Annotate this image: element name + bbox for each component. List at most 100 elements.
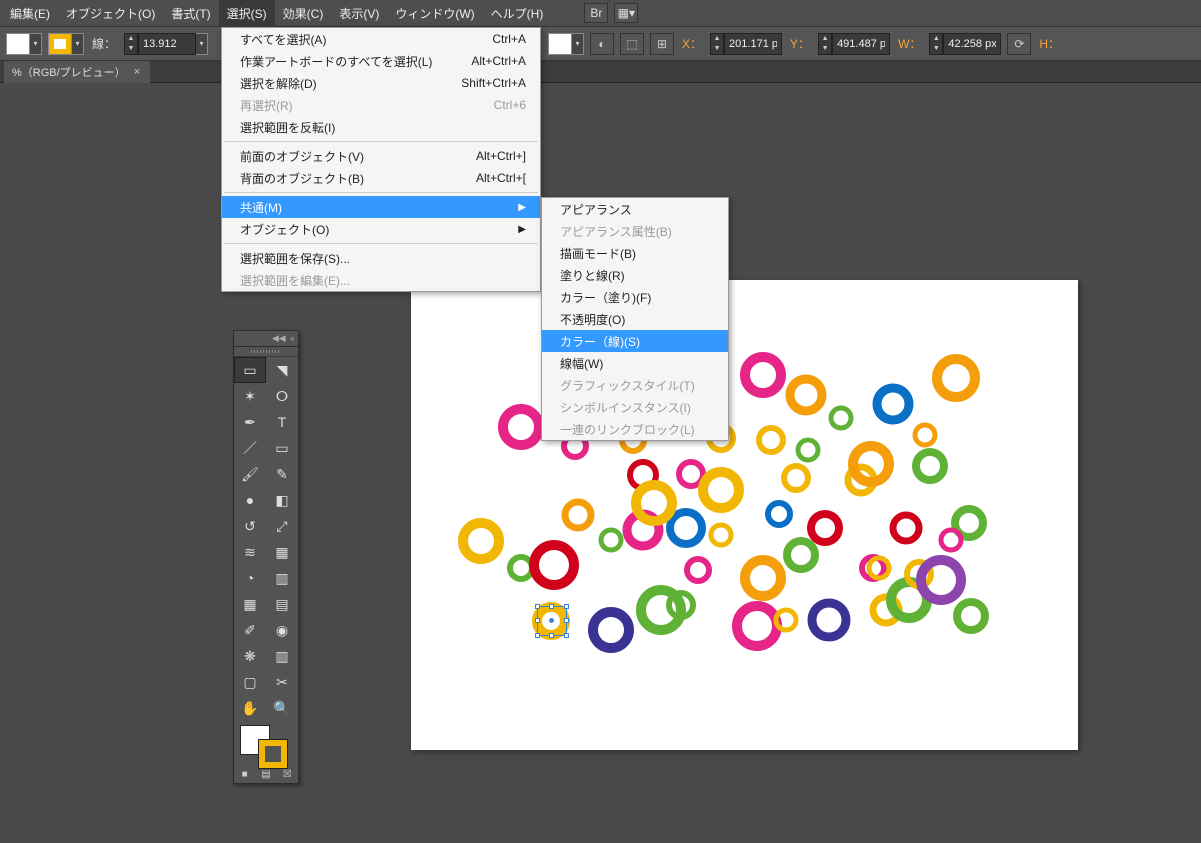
lasso-tool[interactable]: ⵔ <box>266 383 298 409</box>
color-mode-solid[interactable]: ■ <box>234 765 255 783</box>
close-tab-icon[interactable]: × <box>134 66 140 78</box>
document-tab-bar: %（RGB/プレビュー） × <box>0 61 1201 83</box>
menu-object[interactable]: オブジェクト(O) <box>58 0 163 27</box>
type-tool[interactable]: T <box>266 409 298 435</box>
align-icon[interactable]: ⊞ <box>650 33 674 55</box>
w-field[interactable]: ▲▼ <box>929 33 1001 55</box>
color-wells[interactable] <box>234 721 298 765</box>
fill-swatch[interactable]: ▾ <box>6 33 42 55</box>
menu-view[interactable]: 表示(V) <box>331 0 387 27</box>
stroke-weight-field[interactable]: ▲▼ ▾ <box>124 33 208 55</box>
tools-grid: ▭ ◥ ✶ ⵔ ✒ T ／ ▭ 🖌 ✎ ● ◧ ↺ ⤢ ≋ ▦ ◔ ▥ ▦ ▤ … <box>234 357 298 721</box>
document-tab[interactable]: %（RGB/プレビュー） × <box>4 61 150 83</box>
rotate-tool[interactable]: ↺ <box>234 513 266 539</box>
rectangle-tool[interactable]: ▭ <box>266 435 298 461</box>
menu-item[interactable]: 共通(M)▶ <box>222 196 540 218</box>
menu-item: シンボルインスタンス(I) <box>542 396 728 418</box>
stroke-weight-input[interactable] <box>138 33 196 55</box>
w-label: W： <box>898 35 921 52</box>
eyedropper-tool[interactable]: ✐ <box>234 617 266 643</box>
magic-wand-tool[interactable]: ✶ <box>234 383 266 409</box>
stroke-well[interactable] <box>258 739 288 769</box>
tools-panel-grip[interactable] <box>234 347 298 357</box>
y-input[interactable] <box>832 33 890 55</box>
blob-brush-tool[interactable]: ● <box>234 487 266 513</box>
stroke-label: 線： <box>92 35 116 52</box>
x-label: X： <box>682 35 702 52</box>
menu-item: グラフィックスタイル(T) <box>542 374 728 396</box>
menu-select[interactable]: 選択(S) <box>219 0 275 27</box>
arrange-docs-icon[interactable]: ▦▾ <box>614 3 638 23</box>
perspective-tool[interactable]: ▥ <box>266 565 298 591</box>
zoom-tool[interactable]: 🔍 <box>266 695 298 721</box>
menu-window[interactable]: ウィンドウ(W) <box>387 0 482 27</box>
artwork-svg <box>411 280 1078 750</box>
link-wh-icon[interactable]: ⟳ <box>1007 33 1031 55</box>
shape-builder-tool[interactable]: ◔ <box>234 565 266 591</box>
scale-tool[interactable]: ⤢ <box>266 513 298 539</box>
width-tool[interactable]: ≋ <box>234 539 266 565</box>
line-tool[interactable]: ／ <box>234 435 266 461</box>
x-field[interactable]: ▲▼ <box>710 33 782 55</box>
menu-effect[interactable]: 効果(C) <box>275 0 332 27</box>
menu-item[interactable]: 選択を解除(D)Shift+Ctrl+A <box>222 72 540 94</box>
menu-bar: 編集(E) オブジェクト(O) 書式(T) 選択(S) 効果(C) 表示(V) … <box>0 0 1201 27</box>
collapse-icon[interactable]: ◀◀ <box>272 333 286 344</box>
free-transform-tool[interactable]: ▦ <box>266 539 298 565</box>
menu-item[interactable]: 前面のオブジェクト(V)Alt+Ctrl+] <box>222 145 540 167</box>
w-input[interactable] <box>943 33 1001 55</box>
selection-bbox[interactable] <box>537 606 567 636</box>
hand-tool[interactable]: ✋ <box>234 695 266 721</box>
menu-edit[interactable]: 編集(E) <box>2 0 58 27</box>
menu-item[interactable]: すべてを選択(A)Ctrl+A <box>222 28 540 50</box>
y-field[interactable]: ▲▼ <box>818 33 890 55</box>
menu-item[interactable]: カラー（線)(S) <box>542 330 728 352</box>
stroke-swatch[interactable]: ▾ <box>48 33 84 55</box>
tools-panel[interactable]: ◀◀ × ▭ ◥ ✶ ⵔ ✒ T ／ ▭ 🖌 ✎ ● ◧ ↺ ⤢ ≋ ▦ ◔ ▥… <box>233 330 299 784</box>
menu-item[interactable]: 選択範囲を反転(I) <box>222 116 540 138</box>
menu-item: 再選択(R)Ctrl+6 <box>222 94 540 116</box>
menu-type[interactable]: 書式(T) <box>163 0 218 27</box>
pen-tool[interactable]: ✒ <box>234 409 266 435</box>
menu-help[interactable]: ヘルプ(H) <box>483 0 552 27</box>
recolor-icon[interactable]: ⬚ <box>620 33 644 55</box>
direct-selection-tool[interactable]: ◥ <box>266 357 298 383</box>
opacity-icon[interactable]: ◐ <box>590 33 614 55</box>
close-icon[interactable]: × <box>290 334 295 344</box>
select-menu-dropdown[interactable]: すべてを選択(A)Ctrl+A作業アートボードのすべてを選択(L)Alt+Ctr… <box>221 27 541 292</box>
style-swatch[interactable]: ▾ <box>548 33 584 55</box>
symbol-sprayer-tool[interactable]: ❋ <box>234 643 266 669</box>
artboard-tool[interactable]: ▢ <box>234 669 266 695</box>
selection-tool[interactable]: ▭ <box>234 357 266 383</box>
menu-item: アピアランス属性(B) <box>542 220 728 242</box>
eraser-tool[interactable]: ◧ <box>266 487 298 513</box>
artboard[interactable] <box>411 280 1078 750</box>
graph-tool[interactable]: ▥ <box>266 643 298 669</box>
h-label: H： <box>1039 35 1060 52</box>
same-submenu-dropdown[interactable]: アピアランスアピアランス属性(B)描画モード(B)塗りと線(R)カラー（塗り)(… <box>541 197 729 441</box>
menu-item[interactable]: 線幅(W) <box>542 352 728 374</box>
menu-item: 一連のリンクブロック(L) <box>542 418 728 440</box>
blend-tool[interactable]: ◉ <box>266 617 298 643</box>
menu-item[interactable]: オブジェクト(O)▶ <box>222 218 540 240</box>
y-label: Y： <box>790 35 810 52</box>
menu-item[interactable]: 描画モード(B) <box>542 242 728 264</box>
bridge-icon[interactable]: Br <box>584 3 608 23</box>
menu-item[interactable]: カラー（塗り)(F) <box>542 286 728 308</box>
mesh-tool[interactable]: ▦ <box>234 591 266 617</box>
tools-panel-header[interactable]: ◀◀ × <box>234 331 298 347</box>
paintbrush-tool[interactable]: 🖌 <box>234 461 266 487</box>
menu-item[interactable]: 不透明度(O) <box>542 308 728 330</box>
menu-item[interactable]: 作業アートボードのすべてを選択(L)Alt+Ctrl+A <box>222 50 540 72</box>
menu-item[interactable]: 塗りと線(R) <box>542 264 728 286</box>
menu-item[interactable]: アピアランス <box>542 198 728 220</box>
document-tab-title: %（RGB/プレビュー） <box>12 64 126 80</box>
slice-tool[interactable]: ✂ <box>266 669 298 695</box>
pencil-tool[interactable]: ✎ <box>266 461 298 487</box>
menu-item[interactable]: 選択範囲を保存(S)... <box>222 247 540 269</box>
menu-item[interactable]: 背面のオブジェクト(B)Alt+Ctrl+[ <box>222 167 540 189</box>
control-bar: ▾ ▾ 線： ▲▼ ▾ ▾ スタイル： ▾ ◐ ⬚ ⊞ X： ▲▼ Y： ▲▼ … <box>0 27 1201 61</box>
x-input[interactable] <box>724 33 782 55</box>
gradient-tool[interactable]: ▤ <box>266 591 298 617</box>
menu-item: 選択範囲を編集(E)... <box>222 269 540 291</box>
